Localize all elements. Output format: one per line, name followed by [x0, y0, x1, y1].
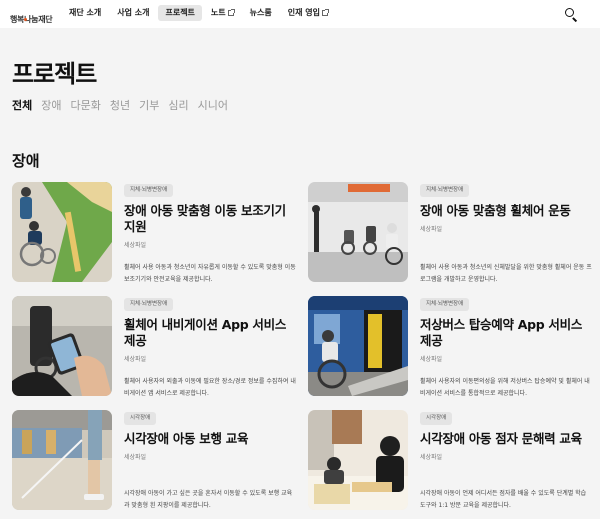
project-thumbnail	[12, 410, 112, 510]
filter-tab-donation[interactable]: 기부	[139, 97, 159, 113]
filter-tab-all[interactable]: 전체	[12, 97, 32, 113]
card-title: 휠체어 내비게이션 App 서비스 제공	[124, 317, 287, 348]
card-organization: 세상파일	[420, 356, 443, 363]
project-thumbnail	[12, 296, 112, 396]
nav-item-label: 뉴스룸	[249, 8, 272, 17]
logo[interactable]: 행복나눔재단	[10, 7, 53, 24]
card-title: 시각장애 아동 점자 문해력 교육	[420, 431, 582, 446]
project-thumbnail	[12, 182, 112, 282]
nav-item-label: 노트	[210, 8, 226, 17]
search-icon[interactable]	[564, 7, 578, 22]
nav-item-notes[interactable]: 노트	[204, 5, 241, 21]
project-card[interactable]: 지체·뇌병변장애 장애 아동 맞춤형 휠체어 운동 세상파일 휠체어 사용 아동…	[308, 182, 600, 284]
card-title: 장애 아동 맞춤형 휠체어 운동	[420, 203, 571, 218]
project-thumbnail	[308, 410, 408, 510]
card-organization: 세상파일	[124, 454, 147, 461]
nav-item-about[interactable]: 재단 소개	[62, 5, 108, 21]
project-thumbnail	[308, 182, 408, 282]
external-link-icon	[227, 9, 235, 16]
logo-dot-icon	[24, 18, 27, 21]
top-navigation-bar: 행복나눔재단 재단 소개 사업 소개 프로젝트 노트 뉴스룸 인재 영입	[0, 0, 600, 28]
project-card[interactable]: 시각장애 시각장애 아동 보행 교육 세상파일 시각장애 아동이 가고 싶은 곳…	[12, 410, 304, 512]
page-title: 프로젝트	[12, 60, 97, 88]
card-description: 휠체어 사용자의 이동편의성을 위해 저상버스 탑승예약 및 휠체어 내비게이션…	[420, 378, 590, 397]
project-card[interactable]: 지체·뇌병변장애 휠체어 내비게이션 App 서비스 제공 세상파일 휠체어 사…	[12, 296, 304, 398]
card-organization: 세상파일	[124, 242, 147, 249]
category-tag: 지체·뇌병변장애	[124, 298, 174, 311]
nav-item-newsroom[interactable]: 뉴스룸	[243, 5, 279, 21]
card-title: 장애 아동 맞춤형 이동 보조기기 지원	[124, 203, 286, 234]
card-description: 휠체어 사용 아동과 청소년의 신체발달을 위한 맞춤형 휠체어 운동 프로그램…	[420, 264, 592, 283]
nav-item-label: 프로젝트	[165, 8, 195, 17]
section-title: 장애	[12, 152, 40, 170]
project-card[interactable]: 지체·뇌병변장애 저상버스 탑승예약 App 서비스 제공 세상파일 휠체어 사…	[308, 296, 600, 398]
category-tag: 시각장애	[124, 412, 157, 425]
external-link-icon	[321, 9, 329, 16]
main-nav: 재단 소개 사업 소개 프로젝트 노트 뉴스룸 인재 영입	[62, 5, 337, 21]
category-tag: 지체·뇌병변장애	[124, 184, 174, 197]
nav-item-projects[interactable]: 프로젝트	[158, 5, 202, 21]
project-card[interactable]: 지체·뇌병변장애 장애 아동 맞춤형 이동 보조기기 지원 세상파일 휠체어 사…	[12, 182, 304, 284]
filter-tab-youth[interactable]: 청년	[110, 97, 130, 113]
category-tag: 시각장애	[420, 412, 453, 425]
card-title: 저상버스 탑승예약 App 서비스 제공	[420, 317, 583, 348]
project-card[interactable]: 시각장애 시각장애 아동 점자 문해력 교육 세상파일 시각장애 아동이 언제 …	[308, 410, 600, 512]
card-organization: 세상파일	[420, 226, 443, 233]
category-tag: 지체·뇌병변장애	[420, 184, 470, 197]
card-description: 휠체어 사용 아동과 청소년이 자유롭게 이동할 수 있도록 맞춤형 이동보조기…	[124, 264, 296, 283]
filter-tab-disability[interactable]: 장애	[41, 97, 61, 113]
category-filter-tabs: 전체 장애 다문화 청년 기부 심리 시니어	[12, 97, 237, 113]
nav-item-business[interactable]: 사업 소개	[110, 5, 156, 21]
filter-tab-psychology[interactable]: 심리	[168, 97, 188, 113]
card-organization: 세상파일	[420, 454, 443, 461]
nav-item-label: 인재 영입	[287, 8, 320, 17]
category-tag: 지체·뇌병변장애	[420, 298, 470, 311]
project-thumbnail	[308, 296, 408, 396]
logo-text: 행복나눔재단	[10, 15, 53, 24]
card-title: 시각장애 아동 보행 교육	[124, 431, 249, 446]
card-description: 시각장애 아동이 언제 어디서든 점자를 배울 수 있도록 단계별 학습 도구와…	[420, 490, 587, 509]
nav-item-label: 사업 소개	[117, 8, 150, 17]
card-organization: 세상파일	[124, 356, 147, 363]
nav-item-label: 재단 소개	[69, 8, 102, 17]
filter-tab-multicultural[interactable]: 다문화	[71, 97, 101, 113]
card-description: 휠체어 사용자의 외출과 이동에 필요한 장소/경로 정보를 수집하여 내비게이…	[124, 378, 296, 397]
card-description: 시각장애 아동이 가고 싶은 곳을 혼자서 이동할 수 있도록 보행 교육과 맞…	[124, 490, 293, 509]
nav-item-recruit[interactable]: 인재 영입	[281, 5, 335, 21]
filter-tab-senior[interactable]: 시니어	[198, 97, 228, 113]
